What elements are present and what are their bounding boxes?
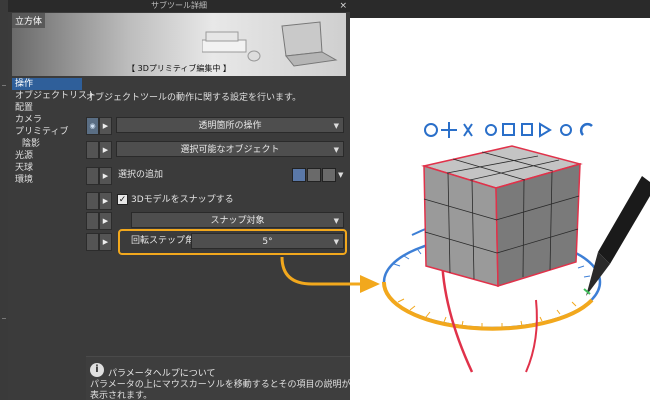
row-transparent-op: ◉ ▶ 透明箇所の操作 ▼ [86,116,348,135]
expand-arrow-icon[interactable]: ▶ [99,212,112,230]
nav-item-skydome[interactable]: 天球 [12,162,82,174]
nav-item-camera[interactable]: カメラ [12,114,82,126]
visibility-toggle[interactable] [86,212,99,230]
panel-title: サブツール詳細 [151,1,207,10]
settings-description: オブジェクトツールの動作に関する設定を行います。 [86,93,302,103]
selectable-obj-dropdown[interactable]: 選択可能なオブジェクト ▼ [116,141,344,157]
selection-mode-new-icon[interactable] [292,168,306,182]
info-icon: i [90,363,104,377]
expand-arrow-icon[interactable]: ▶ [99,117,112,135]
viewport-topbar [350,0,650,18]
visibility-toggle[interactable] [86,167,99,185]
tool-preview: 立方体 【 3Dプリミティブ編集中 】 [12,13,346,76]
snap-target-value: スナップ対象 [210,216,265,226]
eye-icon[interactable]: ◉ [86,117,99,135]
help-text: パラメータの上にマウスカーソルを移動するとその項目の説明が表示されます。 [90,380,350,400]
nav-item-placement[interactable]: 配置 [12,102,82,114]
row-selectable-obj: ▶ 選択可能なオブジェクト ▼ [86,140,348,159]
strip-mark [2,318,6,319]
visibility-toggle[interactable] [86,141,99,159]
3d-viewport[interactable] [350,0,650,400]
strip-mark [2,85,6,86]
transparent-op-dropdown[interactable]: 透明箇所の操作 ▼ [116,117,344,133]
expand-arrow-icon[interactable]: ▶ [99,167,112,185]
parameter-help-box: i パラメータヘルプについて パラメータの上にマウスカーソルを移動するとその項目… [86,356,350,400]
subtool-detail-panel: サブツール詳細 × 立方体 【 3Dプリミティブ編集中 】 操作 オブジェクトリ… [8,0,350,400]
add-selection-label: 選択の追加 [118,170,164,180]
close-icon[interactable]: × [339,0,347,12]
row-snap-3d: ▶ ✓ 3Dモデルをスナップする [86,191,348,210]
selection-mode-add-icon[interactable] [307,168,321,182]
expand-arrow-icon[interactable]: ▶ [99,141,112,159]
chevron-down-icon: ▼ [333,217,339,225]
preview-caption: 【 3Dプリミティブ編集中 】 [127,64,231,73]
rotate-step-highlight [118,229,347,255]
preview-category-label: 立方体 [12,13,46,28]
selection-mode-subtract-icon[interactable] [322,168,336,182]
nav-item-primitive[interactable]: プリミティブ [12,126,82,138]
nav-item-object-list[interactable]: オブジェクトリスト [12,90,96,102]
snap-3d-label: 3Dモデルをスナップする [131,195,234,205]
nav-item-environment[interactable]: 環境 [12,174,82,186]
nav-item-operation[interactable]: 操作 [12,78,82,90]
help-title: パラメータヘルプについて [108,369,216,379]
visibility-toggle[interactable] [86,192,99,210]
row-add-selection: ▶ 選択の追加 ▼ [86,166,348,185]
snap-target-dropdown[interactable]: スナップ対象 ▼ [131,212,344,228]
row-snap-target: ▶ スナップ対象 ▼ [86,211,348,230]
chevron-down-icon: ▼ [333,122,339,130]
transparent-op-value: 透明箇所の操作 [198,121,262,131]
snap-3d-checkbox[interactable]: ✓ [117,194,128,205]
visibility-toggle[interactable] [86,233,99,251]
nav-item-light-source[interactable]: 光源 [12,150,82,162]
selectable-obj-value: 選択可能なオブジェクト [180,145,280,155]
chevron-down-icon[interactable]: ▼ [338,166,343,184]
expand-arrow-icon[interactable]: ▶ [99,192,112,210]
category-nav: 操作 オブジェクトリスト 配置 カメラ プリミティブ 陰影 光源 天球 環境 [12,78,96,186]
chevron-down-icon: ▼ [333,146,339,154]
expand-arrow-icon[interactable]: ▶ [99,233,112,251]
panel-titlebar: サブツール詳細 × [8,0,350,12]
nav-item-shading[interactable]: 陰影 [12,138,82,150]
